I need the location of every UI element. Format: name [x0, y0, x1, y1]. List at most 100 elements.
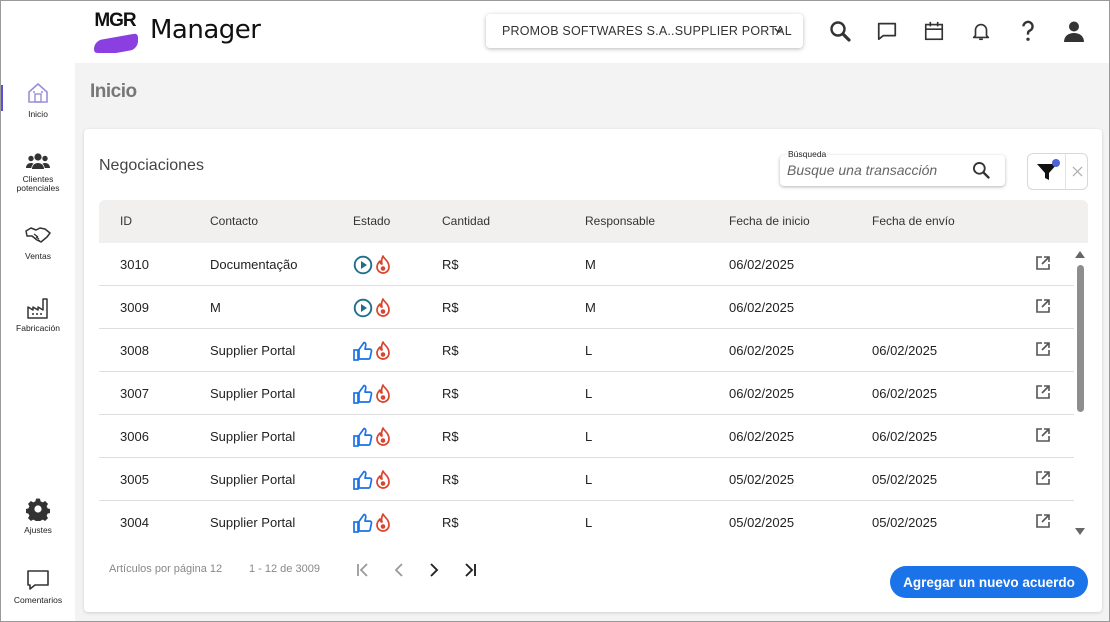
play-circle-icon — [353, 298, 373, 318]
status-icons — [353, 384, 391, 404]
cell-contact: Supplier Portal — [210, 472, 296, 487]
page-title: Inicio — [90, 81, 137, 102]
sidebar-item-inicio[interactable]: Inicio — [1, 81, 75, 119]
cell-start: 06/02/2025 — [729, 300, 795, 315]
cell-owner: L — [585, 515, 593, 530]
flame-icon — [376, 427, 390, 446]
search-box: Búsqueda — [780, 149, 1005, 186]
cell-ship: 05/02/2025 — [872, 472, 938, 487]
open-deal-button[interactable] — [1036, 385, 1050, 404]
search-label: Búsqueda — [787, 149, 828, 159]
status-icons — [353, 341, 391, 361]
cell-amount: R$ — [442, 515, 459, 530]
calendar-icon[interactable] — [921, 18, 947, 44]
table-header: ID Contacto Estado Cantidad Responsable … — [99, 200, 1088, 243]
clear-filter-button[interactable] — [1067, 154, 1088, 189]
table-row[interactable]: 3004 Supplier Portal R$ L 05/02/2025 05/02/20… — [99, 501, 1074, 543]
filter-control — [1027, 153, 1088, 190]
first-page-button[interactable] — [352, 559, 374, 581]
last-page-icon — [465, 563, 476, 577]
cell-contact: Supplier Portal — [210, 515, 296, 530]
last-page-button[interactable] — [459, 559, 481, 581]
sidebar-item-ajustes[interactable]: Ajustes — [1, 497, 75, 535]
cell-amount: R$ — [442, 472, 459, 487]
help-icon[interactable] — [1015, 18, 1041, 44]
company-selector[interactable]: PROMOB SOFTWARES S.A..SUPPLIER PORTAL — [486, 14, 803, 48]
table-body: 3010 Documentação R$ M 06/02/2025 3009 M R$ M 06/… — [99, 243, 1074, 543]
sidebar-item-label: Fabricación — [16, 323, 60, 333]
bell-icon[interactable] — [968, 18, 994, 44]
open-deal-button[interactable] — [1036, 514, 1050, 533]
top-bar: MGR Manager PROMOB SOFTWARES S.A..SUPPLI… — [1, 1, 1109, 63]
search-icon[interactable] — [971, 160, 991, 185]
chat-icon[interactable] — [874, 18, 900, 44]
table-row[interactable]: 3009 M R$ M 06/02/2025 — [99, 286, 1074, 329]
items-per-page[interactable]: Artículos por página 12 — [109, 563, 222, 575]
table-row[interactable]: 3005 Supplier Portal R$ L 05/02/2025 05/02/20… — [99, 458, 1074, 501]
open-deal-button[interactable] — [1036, 471, 1050, 490]
column-header-responsable[interactable]: Responsable — [585, 214, 655, 228]
logo-swoosh — [94, 33, 138, 53]
gear-icon — [1, 497, 75, 521]
filter-button[interactable] — [1028, 154, 1066, 189]
cell-contact: Documentação — [210, 257, 298, 272]
search-input[interactable] — [787, 162, 967, 178]
open-deal-button[interactable] — [1036, 299, 1050, 318]
play-circle-icon — [353, 255, 373, 275]
next-page-button[interactable] — [423, 559, 445, 581]
items-per-page-label: Artículos por página — [109, 563, 207, 575]
flame-icon — [376, 255, 390, 274]
status-icons — [353, 470, 391, 490]
column-header-id[interactable]: ID — [120, 214, 132, 228]
column-header-fecha-envio[interactable]: Fecha de envío — [872, 214, 955, 228]
cell-ship: 06/02/2025 — [872, 429, 938, 444]
column-header-fecha-inicio[interactable]: Fecha de inicio — [729, 214, 810, 228]
cell-contact: Supplier Portal — [210, 386, 296, 401]
scroll-up-icon[interactable] — [1075, 251, 1085, 258]
app-logo[interactable]: MGR — [92, 7, 138, 53]
cell-ship: 06/02/2025 — [872, 343, 938, 358]
filter-active-dot — [1052, 159, 1060, 167]
thumbs-up-icon — [353, 470, 373, 490]
sidebar-item-fabricacion[interactable]: Fabricación — [1, 297, 75, 333]
comment-icon — [1, 569, 75, 591]
column-header-contacto[interactable]: Contacto — [210, 214, 258, 228]
cell-id: 3010 — [120, 257, 149, 272]
factory-icon — [1, 297, 75, 319]
cell-amount: R$ — [442, 429, 459, 444]
open-external-icon — [1036, 256, 1050, 270]
scroll-down-icon[interactable] — [1075, 528, 1085, 535]
scrollbar-thumb[interactable] — [1077, 265, 1084, 412]
table-row[interactable]: 3007 Supplier Portal R$ L 06/02/2025 06/02/20… — [99, 372, 1074, 415]
thumbs-up-icon — [353, 384, 373, 404]
search-icon[interactable] — [827, 18, 853, 44]
flame-icon — [376, 384, 390, 403]
open-deal-button[interactable] — [1036, 428, 1050, 447]
sidebar-item-comentarios[interactable]: Comentarios — [1, 569, 75, 605]
close-icon — [1072, 166, 1083, 177]
thumbs-up-icon — [353, 427, 373, 447]
column-header-cantidad[interactable]: Cantidad — [442, 214, 490, 228]
sidebar-item-ventas[interactable]: Ventas — [1, 225, 75, 261]
open-external-icon — [1036, 428, 1050, 442]
previous-page-button[interactable] — [388, 559, 410, 581]
cell-owner: L — [585, 472, 593, 487]
thumbs-up-icon — [353, 513, 373, 533]
column-header-estado[interactable]: Estado — [353, 214, 390, 228]
open-external-icon — [1036, 385, 1050, 399]
cell-owner: L — [585, 429, 593, 444]
open-deal-button[interactable] — [1036, 256, 1050, 275]
pagination-range: 1 - 12 de 3009 — [249, 563, 320, 575]
user-avatar-icon[interactable] — [1061, 18, 1087, 44]
table-row[interactable]: 3008 Supplier Portal R$ L 06/02/2025 06/02/20… — [99, 329, 1074, 372]
open-external-icon — [1036, 342, 1050, 356]
table-row[interactable]: 3006 Supplier Portal R$ L 06/02/2025 06/02/20… — [99, 415, 1074, 458]
table-row[interactable]: 3010 Documentação R$ M 06/02/2025 — [99, 243, 1074, 286]
table-scrollbar[interactable] — [1074, 247, 1086, 539]
sidebar-item-label: Ajustes — [24, 525, 52, 535]
open-deal-button[interactable] — [1036, 342, 1050, 361]
flame-icon — [376, 513, 390, 532]
sidebar-item-clientes[interactable]: Clientes potenciales — [1, 151, 75, 193]
add-deal-button[interactable]: Agregar un nuevo acuerdo — [890, 566, 1088, 598]
app-name: Manager — [150, 15, 261, 45]
